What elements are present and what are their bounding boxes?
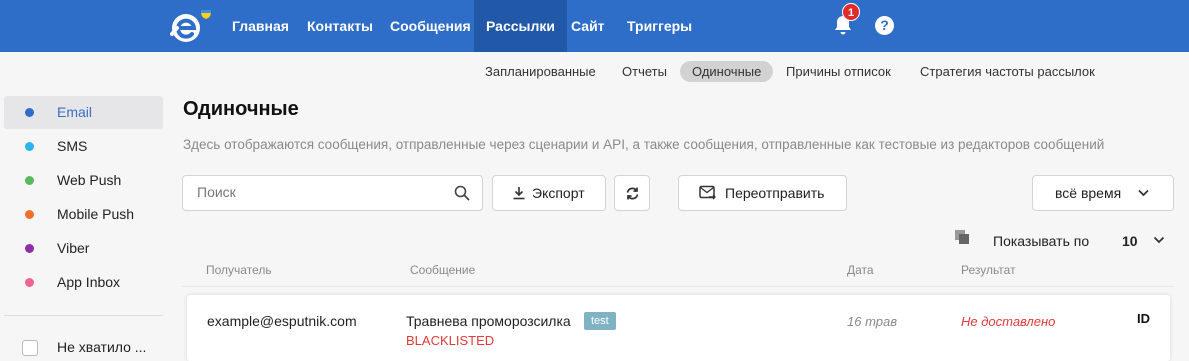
export-button-label: Экспорт	[532, 185, 585, 201]
row-status-code: BLACKLISTED	[406, 333, 495, 348]
download-icon	[513, 187, 525, 200]
page-description: Здесь отображаются сообщения, отправленн…	[183, 137, 1105, 152]
esputnik-logo-icon[interactable]	[166, 6, 218, 46]
sidebar-item-label: Email	[57, 104, 93, 120]
mobile-push-channel-dot-icon	[25, 210, 34, 219]
notification-count-badge: 1	[842, 3, 860, 21]
resend-button[interactable]: Переотправить	[678, 175, 847, 211]
period-select-value: всё время	[1055, 185, 1122, 201]
row-result: Не доставлено	[961, 314, 1056, 329]
resend-icon	[699, 185, 716, 200]
column-header-date: Дата	[847, 263, 874, 277]
nav-home[interactable]: Главная	[220, 0, 301, 52]
search-icon[interactable]	[454, 185, 470, 201]
refresh-button[interactable]	[614, 175, 650, 211]
nav-messages[interactable]: Сообщения	[378, 0, 483, 52]
email-channel-dot-icon	[25, 108, 34, 117]
resend-button-label: Переотправить	[725, 185, 825, 201]
sidebar-item-label: SMS	[57, 138, 88, 154]
export-button[interactable]: Экспорт	[492, 175, 606, 211]
app-inbox-channel-dot-icon	[25, 278, 34, 287]
sidebar-divider	[4, 315, 163, 316]
row-recipient: example@esputnik.com	[207, 313, 357, 329]
row-id: ID	[1137, 311, 1150, 326]
sidebar-item-app-inbox[interactable]: App Inbox	[4, 266, 163, 299]
filter-checkbox-label[interactable]: Не хватило ...	[57, 339, 146, 355]
nav-site[interactable]: Сайт	[559, 0, 617, 52]
nav-triggers[interactable]: Триггеры	[615, 0, 704, 52]
subtab-reports[interactable]: Отчеты	[616, 61, 673, 82]
sidebar-item-web-push[interactable]: Web Push	[4, 164, 163, 197]
sidebar-item-mobile-push[interactable]: Mobile Push	[4, 198, 163, 231]
sidebar-item-viber[interactable]: Viber	[4, 232, 163, 265]
sidebar-item-label: App Inbox	[57, 274, 121, 290]
help-icon[interactable]: ?	[875, 16, 894, 35]
per-page-label: Показывать по	[993, 233, 1090, 249]
sidebar-item-label: Web Push	[57, 172, 122, 188]
refresh-icon	[626, 187, 639, 200]
sidebar-item-label: Mobile Push	[57, 206, 135, 222]
sidebar-item-label: Viber	[57, 240, 90, 256]
column-header-recipient: Получатель	[206, 263, 272, 277]
search-field[interactable]	[182, 175, 483, 211]
column-header-message: Сообщение	[410, 263, 476, 277]
search-input[interactable]	[197, 184, 447, 200]
copy-icon[interactable]	[954, 229, 970, 245]
row-message-title: Травнева проморозсилка	[406, 313, 571, 329]
table-row[interactable]: example@esputnik.com Травнева проморозси…	[187, 295, 1170, 361]
chevron-down-icon	[1138, 189, 1149, 197]
sms-channel-dot-icon	[25, 142, 34, 151]
top-nav-bar: Главная Контакты Сообщения Рассылки Сайт…	[0, 0, 1189, 52]
nav-campaigns[interactable]: Рассылки	[474, 0, 567, 52]
test-tag-badge: test	[584, 312, 616, 330]
column-header-result: Результат	[961, 263, 1016, 277]
subtab-frequency-strategy[interactable]: Стратегия частоты рассылок	[914, 61, 1101, 82]
sidebar-item-email[interactable]: Email	[4, 96, 163, 129]
subtab-single[interactable]: Одиночные	[680, 61, 774, 82]
subtab-unsubscribe-reasons[interactable]: Причины отписок	[780, 61, 897, 82]
page-title: Одиночные	[183, 98, 299, 120]
subtab-scheduled[interactable]: Запланированные	[479, 61, 602, 82]
web-push-channel-dot-icon	[25, 176, 34, 185]
per-page-select[interactable]: 10	[1122, 233, 1138, 249]
period-select[interactable]: всё время	[1032, 175, 1174, 211]
table-header-divider	[182, 286, 1174, 287]
filter-checkbox[interactable]	[22, 340, 38, 356]
nav-contacts[interactable]: Контакты	[295, 0, 385, 52]
row-date: 16 трав	[847, 314, 898, 329]
chevron-down-icon[interactable]	[1153, 235, 1165, 245]
viber-channel-dot-icon	[25, 244, 34, 253]
sidebar-item-sms[interactable]: SMS	[4, 130, 163, 163]
